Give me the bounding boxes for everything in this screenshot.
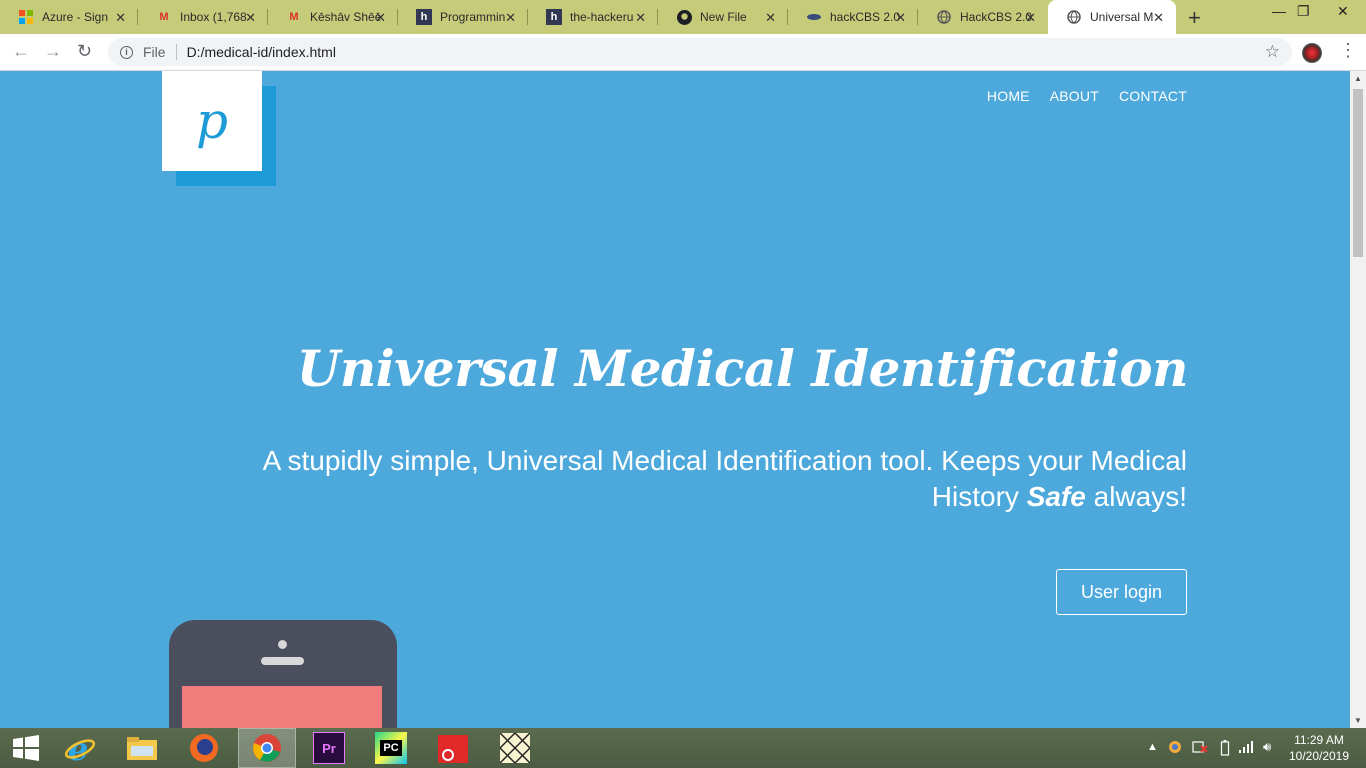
- phone-illustration: [169, 620, 397, 728]
- globe-icon: [936, 9, 952, 25]
- start-icon[interactable]: [10, 732, 42, 764]
- chrome-icon[interactable]: [251, 732, 283, 764]
- pycharm-label: PC: [380, 740, 402, 756]
- pycharm-icon[interactable]: PC: [375, 732, 407, 764]
- site-logo[interactable]: p: [162, 71, 262, 171]
- back-arrow-icon[interactable]: ←: [12, 41, 30, 62]
- premiere-pro-icon[interactable]: Pr: [313, 732, 345, 764]
- volume-icon[interactable]: 🔊︎: [1263, 739, 1271, 755]
- scroll-down-arrow-icon[interactable]: ▼: [1354, 716, 1362, 725]
- browser-tab-strip: Azure - Sign ✕ M Inbox (1,768 ✕ M Kēshāv…: [0, 0, 1366, 34]
- minimize-icon[interactable]: —: [1272, 3, 1286, 19]
- globe-icon: [1066, 9, 1082, 25]
- hackcbs-icon: [806, 9, 822, 25]
- battery-icon[interactable]: [1220, 740, 1230, 759]
- browser-tab-active[interactable]: Universal M ✕: [1048, 0, 1176, 34]
- nav-about-link[interactable]: ABOUT: [1050, 88, 1099, 104]
- restore-icon[interactable]: ❐: [1297, 3, 1310, 20]
- nav-home-link[interactable]: HOME: [987, 88, 1030, 104]
- clock-time: 11:29 AM: [1294, 733, 1344, 747]
- address-bar[interactable]: i File D:/medical-id/index.html ☆: [108, 38, 1292, 66]
- reload-icon[interactable]: ↻: [77, 41, 92, 62]
- firefox-icon[interactable]: [188, 732, 220, 764]
- address-url[interactable]: D:/medical-id/index.html: [187, 44, 336, 60]
- tab-title: HackCBS 2.0: [960, 10, 1033, 24]
- close-window-icon[interactable]: ✕: [1337, 3, 1349, 20]
- tab-title: the-hackeru: [570, 10, 634, 24]
- tab-title: New File: [700, 10, 747, 24]
- hackerearth-icon: h: [546, 9, 562, 25]
- phone-camera: [278, 640, 287, 649]
- tab-close-icon[interactable]: ✕: [115, 10, 126, 26]
- tab-title: hackCBS 2.0: [830, 10, 901, 24]
- hero-subtitle-emphasis: Safe: [1026, 481, 1086, 512]
- new-tab-button[interactable]: +: [1188, 5, 1201, 31]
- phone-speaker: [261, 657, 304, 665]
- camera-app-icon[interactable]: [437, 732, 469, 764]
- tab-title: Programmin: [440, 10, 506, 24]
- address-divider: [175, 44, 177, 60]
- page-scrollbar[interactable]: ▲ ▼: [1350, 71, 1366, 728]
- scrollbar-thumb[interactable]: [1353, 89, 1363, 257]
- gmail-icon: M: [159, 11, 169, 23]
- hero-subtitle-end: always!: [1085, 481, 1187, 512]
- browser-tab[interactable]: M Inbox (1,768 ✕: [138, 0, 268, 34]
- browser-tab[interactable]: h the-hackeru ✕: [528, 0, 658, 34]
- tray-app-icon[interactable]: [1168, 740, 1182, 757]
- address-scheme: File: [143, 44, 166, 60]
- tray-expand-icon[interactable]: ▲: [1147, 741, 1158, 753]
- phone-screen: [182, 686, 382, 728]
- browser-tab[interactable]: New File ✕: [658, 0, 788, 34]
- microsoft-icon: [18, 9, 34, 25]
- network-warning-icon[interactable]: [1192, 740, 1208, 757]
- info-icon[interactable]: i: [120, 45, 133, 59]
- browser-tab[interactable]: M Kēshāv Shēē ✕: [268, 0, 398, 34]
- github-icon: [676, 9, 692, 25]
- tab-close-icon[interactable]: ✕: [635, 10, 646, 26]
- tab-close-icon[interactable]: ✕: [765, 10, 776, 26]
- signal-icon[interactable]: [1239, 740, 1255, 757]
- tab-title: Kēshāv Shēē: [310, 10, 382, 24]
- tab-title: Azure - Sign: [42, 10, 109, 24]
- tab-close-icon[interactable]: ✕: [1153, 10, 1164, 26]
- pattern-app-icon[interactable]: [499, 732, 531, 764]
- tab-title: Inbox (1,768: [180, 10, 247, 24]
- clock-date: 10/20/2019: [1288, 749, 1350, 763]
- user-login-button[interactable]: User login: [1056, 569, 1187, 615]
- browser-toolbar: ← → ↻ i File D:/medical-id/index.html ☆ …: [0, 34, 1366, 71]
- logo-letter: p: [195, 92, 228, 150]
- browser-tab[interactable]: Azure - Sign ✕: [0, 0, 138, 34]
- scroll-up-arrow-icon[interactable]: ▲: [1354, 74, 1362, 83]
- menu-kebab-icon[interactable]: ⋮: [1339, 40, 1357, 61]
- internet-explorer-icon[interactable]: e: [64, 732, 96, 764]
- browser-tab[interactable]: HackCBS 2.0 ✕: [918, 0, 1048, 34]
- nav-contact-link[interactable]: CONTACT: [1119, 88, 1187, 104]
- hackerearth-icon: h: [416, 9, 432, 25]
- browser-tab[interactable]: h Programmin ✕: [398, 0, 528, 34]
- tab-close-icon[interactable]: ✕: [375, 10, 386, 26]
- tab-close-icon[interactable]: ✕: [505, 10, 516, 26]
- profile-avatar[interactable]: [1302, 43, 1322, 63]
- tab-close-icon[interactable]: ✕: [245, 10, 256, 26]
- forward-arrow-icon[interactable]: →: [44, 41, 62, 62]
- browser-tab[interactable]: hackCBS 2.0 ✕: [788, 0, 918, 34]
- page-viewport: p HOME ABOUT CONTACT Universal Medical I…: [0, 71, 1350, 728]
- bookmark-star-icon[interactable]: ☆: [1265, 42, 1280, 62]
- gmail-icon: M: [289, 11, 299, 23]
- hero-title: Universal Medical Identification: [296, 339, 1189, 398]
- hero-subtitle: A stupidly simple, Universal Medical Ide…: [227, 443, 1187, 515]
- file-explorer-icon[interactable]: [126, 732, 158, 764]
- tab-close-icon[interactable]: ✕: [895, 10, 906, 26]
- windows-taskbar: e Pr PC ▲ 🔊︎ 11:29 AM 10/20/2019: [0, 728, 1366, 768]
- taskbar-clock[interactable]: 11:29 AM 10/20/2019: [1288, 732, 1350, 764]
- tab-close-icon[interactable]: ✕: [1025, 10, 1036, 26]
- site-nav: HOME ABOUT CONTACT: [987, 88, 1187, 104]
